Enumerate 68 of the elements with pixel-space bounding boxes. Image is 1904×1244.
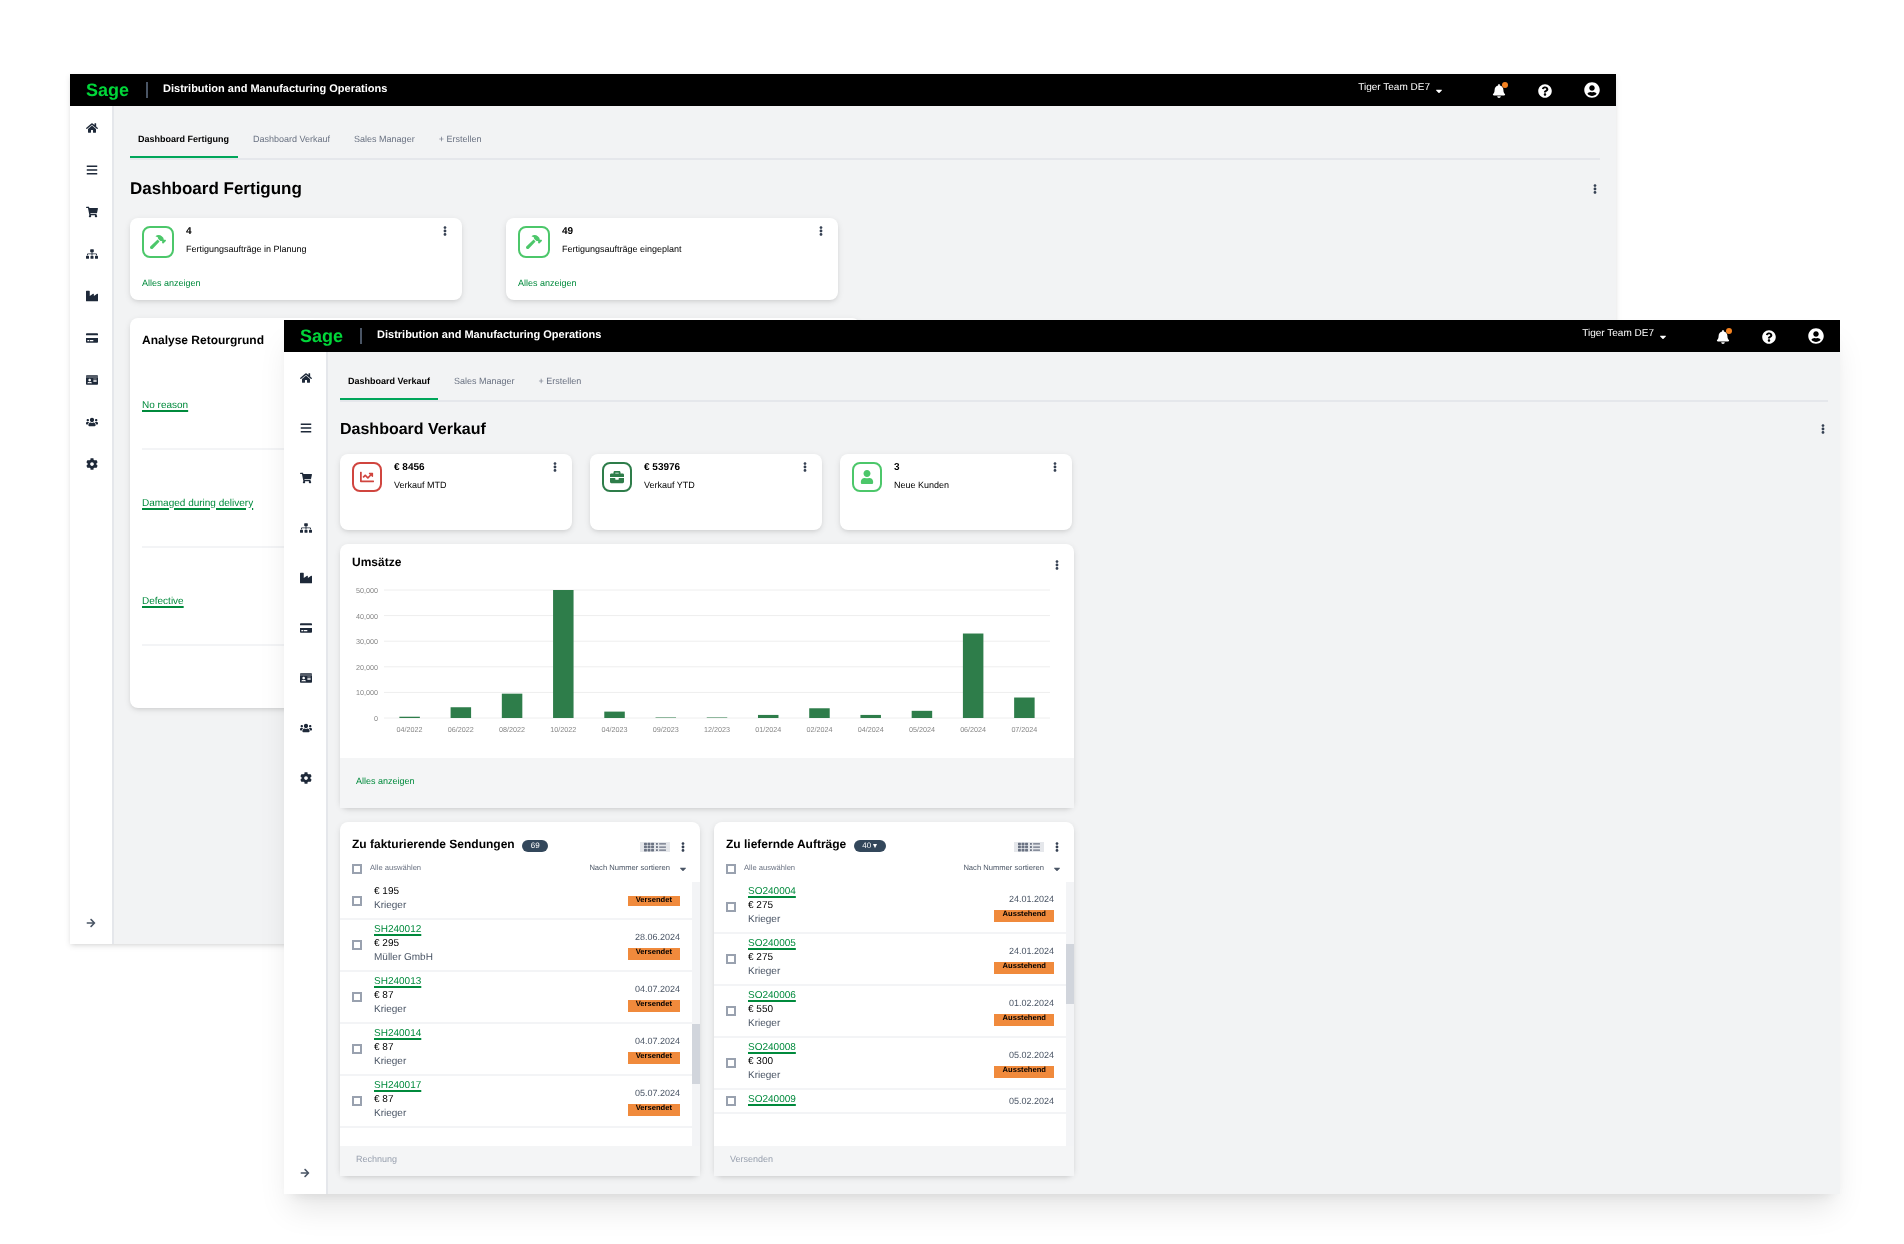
caret-icon xyxy=(678,864,688,875)
more-options-icon[interactable] xyxy=(1052,559,1062,570)
sitemap-icon[interactable] xyxy=(299,521,311,533)
view-toggle-icon[interactable] xyxy=(640,841,670,852)
cart-icon[interactable] xyxy=(85,205,97,217)
cart-icon[interactable] xyxy=(299,471,311,483)
row-checkbox[interactable] xyxy=(352,992,362,1003)
settings-icon[interactable] xyxy=(299,771,311,783)
expand-arrow-icon[interactable] xyxy=(86,918,96,928)
sage-logo[interactable]: Sage xyxy=(86,81,130,99)
more-options-icon[interactable] xyxy=(1590,183,1600,194)
bar xyxy=(604,711,625,718)
row-checkbox[interactable] xyxy=(352,1096,362,1107)
help-icon[interactable] xyxy=(1762,329,1776,343)
bar xyxy=(962,633,984,718)
id-card-icon[interactable] xyxy=(85,373,97,385)
view-toggle-icon[interactable] xyxy=(1014,841,1044,852)
expand-arrow-icon[interactable] xyxy=(300,1168,310,1178)
people-icon[interactable] xyxy=(299,721,311,733)
hammer-icon xyxy=(518,225,550,257)
more-options-icon[interactable] xyxy=(550,461,560,472)
more-options-icon[interactable] xyxy=(1052,841,1062,852)
more-options-icon[interactable] xyxy=(678,841,688,852)
caret-icon xyxy=(1052,864,1062,875)
home-icon[interactable] xyxy=(299,371,311,383)
id-card-icon[interactable] xyxy=(299,671,311,683)
row-checkbox[interactable] xyxy=(352,940,362,951)
row-checkbox[interactable] xyxy=(726,902,736,913)
menu-icon[interactable] xyxy=(85,163,97,175)
more-options-icon[interactable] xyxy=(1818,424,1828,435)
more-options-icon[interactable] xyxy=(800,461,810,472)
row-checkbox[interactable] xyxy=(726,1058,736,1069)
card-icon[interactable] xyxy=(299,621,311,633)
bar xyxy=(553,589,574,718)
bar xyxy=(1014,697,1035,718)
bar xyxy=(809,707,830,718)
bar xyxy=(450,706,472,718)
row-checkbox[interactable] xyxy=(352,1044,362,1055)
select-all-checkbox[interactable] xyxy=(726,864,736,875)
menu-icon[interactable] xyxy=(299,421,311,433)
user-avatar-icon[interactable] xyxy=(1808,328,1824,344)
notification-bell-icon[interactable] xyxy=(1492,83,1506,97)
help-icon[interactable] xyxy=(1538,83,1552,97)
page-title: Dashboard Fertigung xyxy=(130,175,302,201)
caret-icon xyxy=(1658,331,1668,341)
more-options-icon[interactable] xyxy=(816,225,826,235)
settings-icon[interactable] xyxy=(85,457,97,469)
hammer-icon xyxy=(142,225,174,257)
factory-icon[interactable] xyxy=(299,571,311,583)
user-avatar-icon[interactable] xyxy=(1584,82,1600,98)
card-icon[interactable] xyxy=(85,331,97,343)
row-checkbox[interactable] xyxy=(352,895,362,906)
select-all-checkbox[interactable] xyxy=(352,864,362,875)
home-icon[interactable] xyxy=(85,121,97,133)
more-options-icon[interactable] xyxy=(1050,461,1060,472)
row-checkbox[interactable] xyxy=(726,954,736,965)
caret-icon xyxy=(1434,85,1444,95)
bar xyxy=(501,693,523,718)
bar xyxy=(911,710,933,718)
factory-icon[interactable] xyxy=(85,289,97,301)
sage-logo[interactable]: Sage xyxy=(300,327,344,345)
row-checkbox[interactable] xyxy=(726,1006,736,1017)
sitemap-icon[interactable] xyxy=(85,247,97,259)
more-options-icon[interactable] xyxy=(440,225,450,235)
row-checkbox[interactable] xyxy=(726,1096,736,1107)
people-icon[interactable] xyxy=(85,415,97,427)
page-title: Dashboard Verkauf xyxy=(340,417,486,442)
notification-bell-icon[interactable] xyxy=(1716,329,1730,343)
